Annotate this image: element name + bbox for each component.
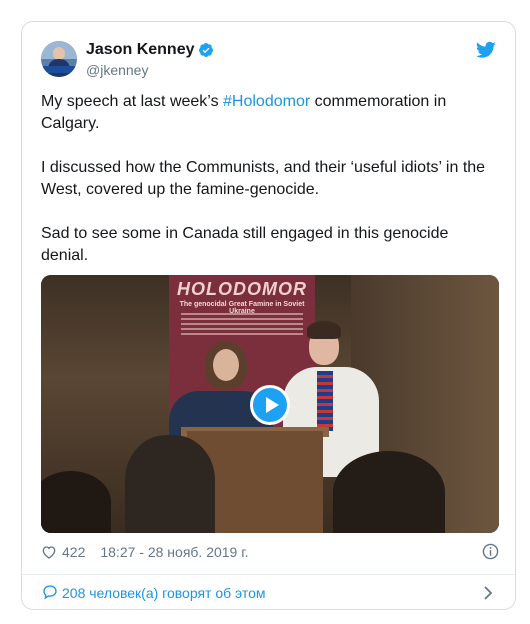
hashtag-link[interactable]: #Holodomor	[223, 93, 310, 110]
heart-icon[interactable]	[41, 544, 57, 560]
chevron-right-icon[interactable]	[483, 586, 493, 600]
avatar[interactable]	[41, 41, 77, 77]
tweet-card: Jason Kenney @jkenney My speech at last …	[21, 21, 516, 610]
tweet-text: My speech at last week’s #Holodomor comm…	[41, 91, 491, 289]
tweet-text-part: My speech at last week’s	[41, 93, 224, 110]
verified-icon	[199, 43, 214, 57]
twitter-logo-icon[interactable]	[476, 41, 496, 59]
info-icon[interactable]	[482, 543, 499, 560]
conversation-footer[interactable]: 208 человек(а) говорят об этом	[22, 574, 515, 610]
play-button[interactable]	[250, 385, 290, 425]
tweet-paragraph-1: My speech at last week’s #Holodomor comm…	[41, 91, 491, 135]
tweet-paragraph-3: Sad to see some in Canada still engaged …	[41, 225, 449, 264]
author-info[interactable]: Jason Kenney @jkenney	[86, 41, 214, 78]
author-handle[interactable]: @jkenney	[86, 62, 214, 78]
tweet-meta: 422 18:27 - 28 нояб. 2019 г.	[41, 542, 499, 562]
timestamp[interactable]: 18:27 - 28 нояб. 2019 г.	[100, 544, 248, 560]
comment-bubble-icon	[43, 585, 57, 600]
poster-title: HOLODOMOR	[177, 279, 307, 299]
like-count[interactable]: 422	[62, 544, 85, 560]
tweet-header: Jason Kenney @jkenney	[41, 41, 496, 81]
video-player[interactable]: HOLODOMOR The genocidal Great Famine in …	[41, 275, 499, 533]
author-name[interactable]: Jason Kenney	[86, 41, 194, 59]
author-name-row[interactable]: Jason Kenney	[86, 41, 214, 59]
tweet-paragraph-2: I discussed how the Communists, and thei…	[41, 159, 486, 198]
play-icon	[265, 397, 279, 413]
conversation-link[interactable]: 208 человек(а) говорят об этом	[62, 585, 266, 601]
